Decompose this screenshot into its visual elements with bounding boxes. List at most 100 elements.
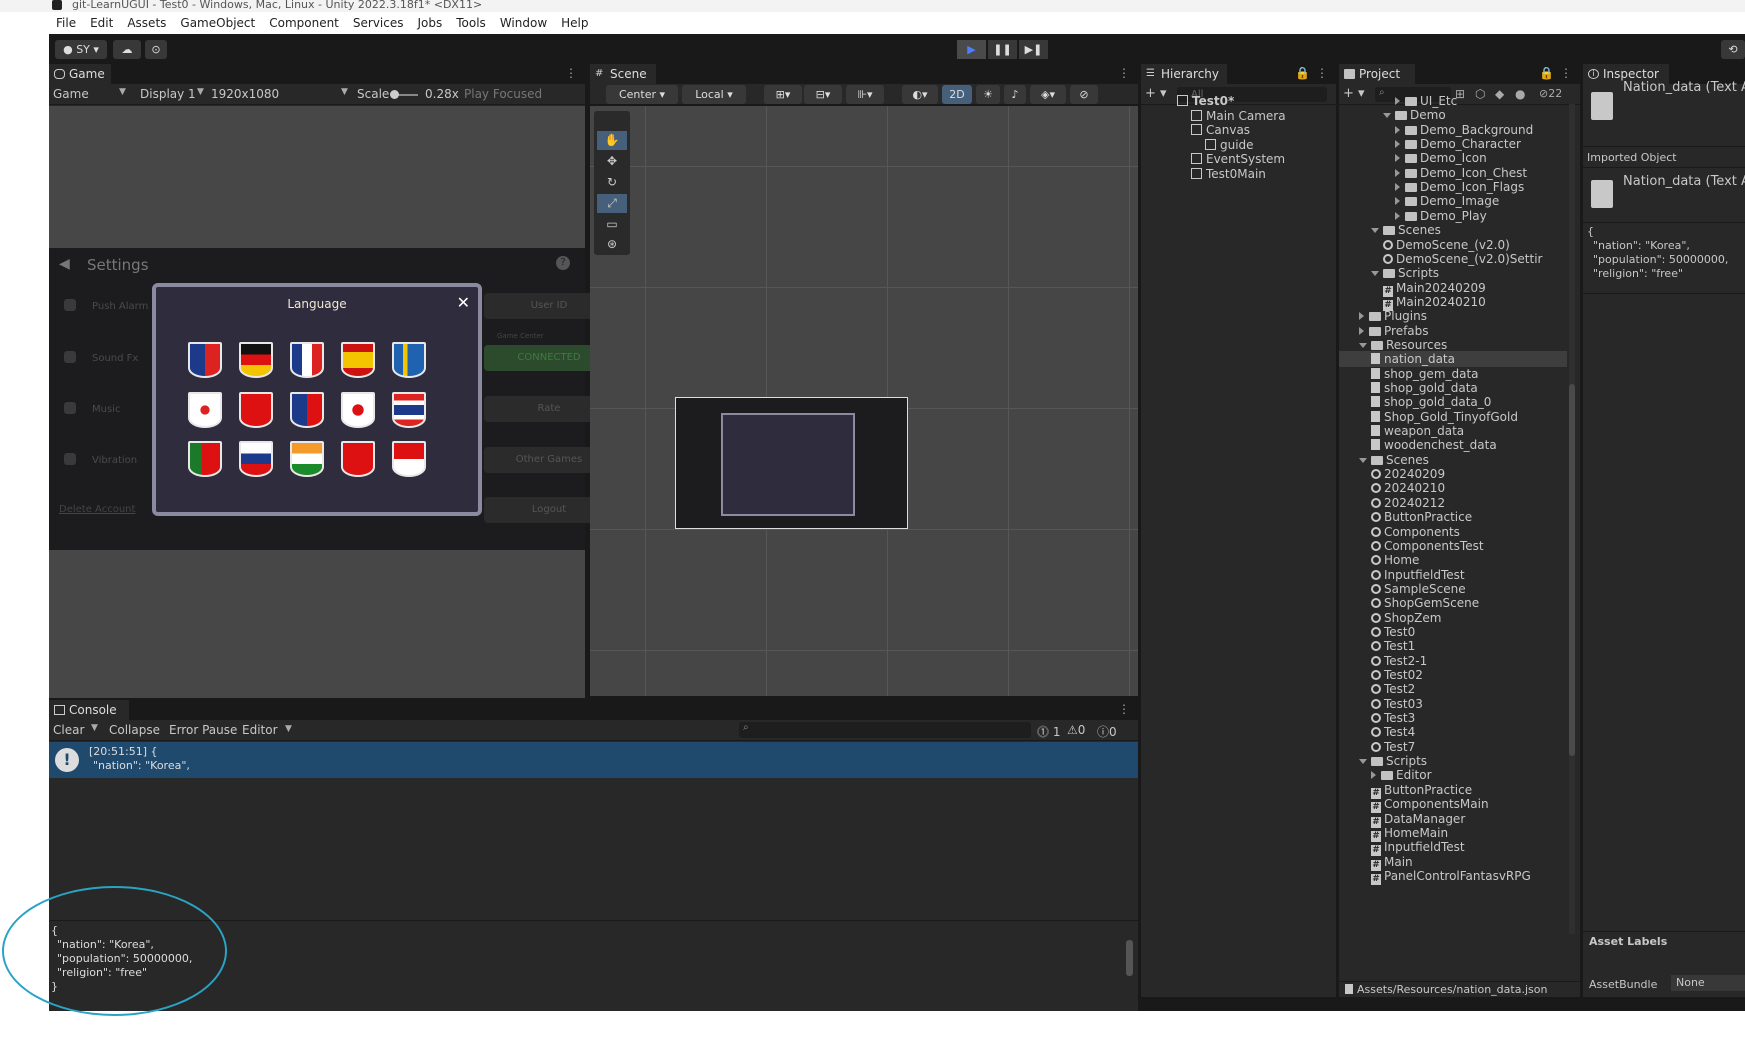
expand-arrow-icon[interactable] <box>1359 342 1367 348</box>
lock-icon[interactable]: 🔒 <box>1295 66 1310 80</box>
scale-tool-icon[interactable]: ⤢ <box>597 194 627 213</box>
flag-korea-icon[interactable] <box>188 392 222 428</box>
collab-icon[interactable]: ⊙ <box>145 40 167 59</box>
audio-icon[interactable]: ♪ <box>1004 85 1026 104</box>
warning-count-toggle[interactable]: ⚠0 <box>1067 723 1085 737</box>
move-tool-icon[interactable]: ✥ <box>597 152 627 171</box>
lock-icon[interactable]: 🔒 <box>1539 66 1554 80</box>
space-local-dropdown[interactable]: Local ▾ <box>682 85 746 104</box>
rect-tool-icon[interactable]: ▭ <box>597 215 627 234</box>
project-scrollbar-track[interactable] <box>1569 104 1575 934</box>
flag-spain-icon[interactable] <box>341 342 375 378</box>
collapse-arrow-icon[interactable] <box>1395 125 1400 134</box>
project-item[interactable]: # PanelControlFantasvRPG <box>1371 868 1531 885</box>
menu-gameobject[interactable]: GameObject <box>180 16 255 30</box>
collapse-arrow-icon[interactable] <box>1359 326 1364 335</box>
hierarchy-item[interactable]: Test0Main <box>1191 166 1266 182</box>
tag-icon[interactable]: ◆ <box>1495 87 1504 101</box>
step-button[interactable]: ▶❚ <box>1019 40 1048 59</box>
error-count-toggle[interactable]: ⓵ 1 <box>1037 723 1060 740</box>
scene-viewport[interactable]: ✋ ✥ ↻ ⤢ ▭ ⊛ <box>590 106 1138 696</box>
expand-arrow-icon[interactable] <box>1371 271 1379 277</box>
transform-tool-icon[interactable]: ⊛ <box>597 236 627 252</box>
flag-sweden-icon[interactable] <box>392 342 426 378</box>
visibility-icon[interactable]: ⊘ <box>1070 85 1098 104</box>
pause-button[interactable]: ❚❚ <box>988 40 1017 59</box>
collapse-button[interactable]: Collapse <box>109 723 160 737</box>
create-add-button[interactable]: + ▾ <box>1145 86 1167 101</box>
tab-hierarchy[interactable]: ☰ Hierarchy <box>1141 64 1227 84</box>
hidden-count[interactable]: ⊘22 <box>1539 87 1562 100</box>
canvas-preview[interactable] <box>675 397 908 529</box>
flag-usa-uk-icon[interactable] <box>188 342 222 378</box>
menu-component[interactable]: Component <box>269 16 339 30</box>
hand-tool-icon[interactable]: ✋ <box>597 131 627 150</box>
flag-portugal-icon[interactable] <box>188 441 222 477</box>
history-icon[interactable]: ⟲ <box>1721 40 1745 59</box>
collapse-arrow-icon[interactable] <box>1395 97 1400 105</box>
collapse-arrow-icon[interactable] <box>1395 168 1400 177</box>
flag-turkey-icon[interactable] <box>341 441 375 477</box>
menu-services[interactable]: Services <box>353 16 404 30</box>
chevron-down-icon[interactable]: ▼ <box>91 723 98 733</box>
tab-scene[interactable]: # Scene <box>590 64 656 84</box>
scale-slider-handle[interactable] <box>390 90 399 99</box>
console-more-icon[interactable]: ⋮ <box>1118 702 1130 716</box>
draw-mode-icon[interactable]: ◐▾ <box>902 85 938 104</box>
flag-france-icon[interactable] <box>290 342 324 378</box>
project-scrollbar-thumb[interactable] <box>1569 384 1575 756</box>
console-entry[interactable]: ! [20:51:51] { "nation": "Korea", <box>49 742 1138 778</box>
display-dropdown[interactable]: Display 1 <box>140 87 196 101</box>
mode-2d-toggle[interactable]: 2D <box>942 85 972 104</box>
menu-assets[interactable]: Assets <box>127 16 166 30</box>
flag-japan-icon[interactable] <box>341 392 375 428</box>
pivot-center-dropdown[interactable]: Center ▾ <box>606 85 678 104</box>
collapse-arrow-icon[interactable] <box>1395 154 1400 163</box>
hierarchy-more-icon[interactable]: ⋮ <box>1316 66 1328 80</box>
back-arrow-icon[interactable]: ◀ <box>59 256 70 272</box>
project-more-icon[interactable]: ⋮ <box>1560 66 1572 80</box>
account-button[interactable]: ● SY ▾ <box>55 40 107 59</box>
grid-snap-icon[interactable]: ⊞▾ <box>764 85 802 104</box>
flag-thailand-icon[interactable] <box>392 392 426 428</box>
asset-labels-header[interactable]: Asset Labels <box>1583 931 1745 951</box>
menu-edit[interactable]: Edit <box>90 16 113 30</box>
snap-increment-icon[interactable]: ⊟▾ <box>804 85 842 104</box>
game-more-icon[interactable]: ⋮ <box>565 66 577 80</box>
asset-bundle-dropdown[interactable]: None <box>1671 975 1745 991</box>
collapse-arrow-icon[interactable] <box>1359 312 1364 321</box>
play-button[interactable]: ▶ <box>957 40 986 59</box>
warning-filter-icon[interactable]: ● <box>1515 87 1525 101</box>
tab-game[interactable]: Game <box>49 64 111 84</box>
editor-dropdown[interactable]: Editor <box>242 723 278 737</box>
lighting-icon[interactable]: ☀ <box>976 85 1000 104</box>
menu-jobs[interactable]: Jobs <box>418 16 443 30</box>
delete-account-link[interactable]: Delete Account <box>59 504 135 515</box>
console-scrollbar[interactable] <box>1126 940 1133 976</box>
flag-russia-icon[interactable] <box>239 441 273 477</box>
console-search-input[interactable] <box>739 722 1031 738</box>
menu-help[interactable]: Help <box>561 16 588 30</box>
menu-tools[interactable]: Tools <box>456 16 486 30</box>
menu-file[interactable]: File <box>56 16 76 30</box>
rotate-tool-icon[interactable]: ↻ <box>597 173 627 192</box>
expand-arrow-icon[interactable] <box>1359 457 1367 463</box>
scene-more-icon[interactable]: ⋮ <box>1118 66 1130 80</box>
flag-china-icon[interactable] <box>239 392 273 428</box>
tab-project[interactable]: Project <box>1339 64 1415 84</box>
collapse-arrow-icon[interactable] <box>1395 211 1400 220</box>
help-icon[interactable]: ? <box>556 256 570 270</box>
collapse-arrow-icon[interactable] <box>1371 771 1376 780</box>
close-icon[interactable]: ✕ <box>457 293 470 312</box>
menu-window[interactable]: Window <box>500 16 547 30</box>
collapse-arrow-icon[interactable] <box>1395 183 1400 192</box>
game-mode-dropdown[interactable]: Game <box>53 87 89 101</box>
collapse-arrow-icon[interactable] <box>1395 140 1400 149</box>
error-pause-button[interactable]: Error Pause <box>169 723 237 737</box>
flag-germany-icon[interactable] <box>239 342 273 378</box>
align-icon[interactable]: ⊪▾ <box>846 85 884 104</box>
filter-label-icon[interactable]: ⬡ <box>1475 87 1485 101</box>
resolution-dropdown[interactable]: 1920x1080 <box>211 87 279 101</box>
cloud-icon[interactable]: ☁ <box>113 40 141 59</box>
play-focused-dropdown[interactable]: Play Focused <box>464 87 542 101</box>
